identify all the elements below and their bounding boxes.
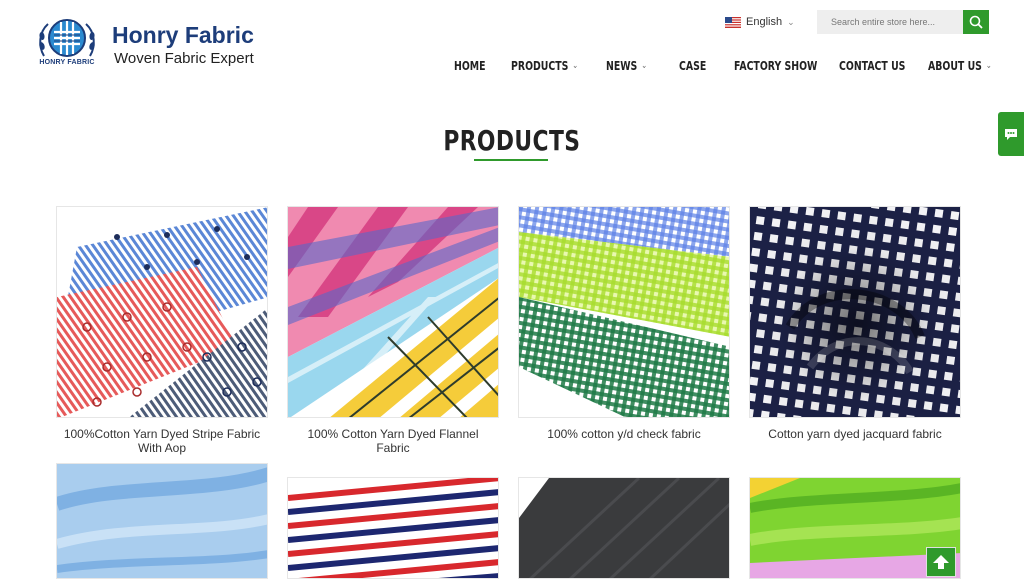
chevron-down-icon: ⌄ [787,16,795,27]
product-image[interactable] [518,206,730,418]
back-to-top-button[interactable] [926,547,956,577]
product-title[interactable]: Cotton yarn dyed jacquard fabric [749,427,961,441]
product-image[interactable] [518,477,730,579]
product-card[interactable] [518,477,730,579]
title-underline [474,159,548,161]
product-title[interactable]: 100% Cotton Yarn Dyed Flannel Fabric [287,427,499,455]
product-image[interactable] [287,206,499,418]
language-selector[interactable]: English ⌄ [725,14,795,30]
nav-label: NEWS [606,59,638,73]
search-button[interactable] [963,10,989,34]
chevron-down-icon: ⌄ [572,61,579,71]
nav-item-about-us[interactable]: ABOUT US ⌄ [928,59,992,73]
product-card[interactable]: 100% Cotton Yarn Dyed Flannel Fabric [287,206,499,455]
product-card[interactable]: 100% cotton y/d check fabric [518,206,730,441]
product-title[interactable]: 100% cotton y/d check fabric [518,427,730,441]
language-label: English [746,16,783,28]
chat-icon [1005,129,1017,140]
product-card[interactable]: Cotton yarn dyed jacquard fabric [749,206,961,441]
section-title: PRODUCTS [0,124,1024,157]
logo-badge-text: HONRY FABRIC [39,59,95,66]
nav-item-case[interactable]: CASE [679,59,734,73]
nav-item-news[interactable]: NEWS ⌄ [606,59,679,73]
product-card[interactable] [56,463,268,579]
product-title[interactable]: 100%Cotton Yarn Dyed Stripe Fabric With … [56,427,268,455]
chevron-down-icon: ⌄ [641,61,648,71]
product-image[interactable] [56,463,268,579]
chevron-down-icon: ⌄ [985,61,992,71]
nav-item-contact-us[interactable]: CONTACT US [839,59,928,73]
product-image[interactable] [287,477,499,579]
nav-item-factory-show[interactable]: FACTORY SHOW [734,59,839,73]
nav-label: CASE [679,59,707,73]
brand-tagline: Woven Fabric Expert [114,50,254,67]
site-header: HONRY FABRIC Honry Fabric Woven Fabric E… [0,0,1024,100]
site-logo[interactable]: HONRY FABRIC Honry Fabric Woven Fabric E… [36,16,266,72]
nav-label: FACTORY SHOW [734,59,818,73]
product-image[interactable] [56,206,268,418]
section-title-text: PRODUCTS [443,124,581,157]
us-flag-icon [725,16,741,28]
main-nav: HOME PRODUCTS ⌄ NEWS ⌄ CASE FACTORY SHOW C… [454,56,992,76]
nav-label: PRODUCTS [511,59,569,73]
nav-label: HOME [454,59,486,73]
product-card[interactable]: 100%Cotton Yarn Dyed Stripe Fabric With … [56,206,268,455]
nav-item-home[interactable]: HOME [454,59,511,73]
nav-label: CONTACT US [839,59,906,73]
product-card[interactable] [287,477,499,579]
search-form [817,10,989,34]
search-input[interactable] [817,10,963,34]
brand-name: Honry Fabric [112,22,254,48]
search-icon [969,15,983,29]
nav-label: ABOUT US [928,59,982,73]
product-image[interactable] [749,206,961,418]
nav-item-products[interactable]: PRODUCTS ⌄ [511,59,606,73]
chat-widget-button[interactable] [998,112,1024,156]
arrow-up-icon [933,555,949,569]
